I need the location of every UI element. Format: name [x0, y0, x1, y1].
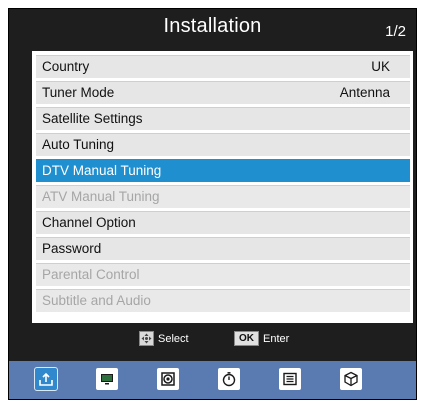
menu-item-auto-tuning[interactable]: Auto Tuning [36, 133, 410, 156]
menu-item-label: Auto Tuning [42, 137, 115, 152]
tab-sound[interactable] [157, 368, 179, 390]
menu-item-atv-manual-tuning[interactable]: ATV Manual Tuning [36, 185, 410, 208]
tab-lock[interactable] [340, 368, 362, 390]
menu-item-label: Channel Option [42, 215, 136, 230]
menu-item-tuner-mode[interactable]: Tuner Mode Antenna [36, 81, 410, 104]
dpad-icon [139, 331, 154, 346]
menu-item-parental-control[interactable]: Parental Control [36, 263, 410, 286]
menu-item-label: Subtitle and Audio [42, 293, 151, 308]
select-hint: Select [139, 331, 189, 346]
enter-hint-label: Enter [263, 332, 290, 345]
installation-icon [39, 372, 53, 386]
page-indicator: 1/2 [385, 23, 406, 40]
timer-icon [222, 372, 236, 387]
tab-options[interactable] [279, 368, 301, 390]
menu-item-label: DTV Manual Tuning [42, 163, 162, 178]
tab-timer[interactable] [218, 368, 240, 390]
menu-item-value: Antenna [339, 85, 390, 100]
menu-item-label: Tuner Mode [42, 85, 115, 100]
lock-icon [344, 371, 358, 387]
menu-item-label: Satellite Settings [42, 111, 143, 126]
menu-item-value: UK [371, 59, 390, 74]
key-hint-bar: Select OK Enter [9, 327, 416, 351]
menu-item-label: Country [42, 59, 90, 74]
installation-window: Installation 1/2 Country UK Tuner Mode A… [8, 8, 417, 400]
options-icon [283, 372, 297, 386]
tab-picture[interactable] [96, 368, 118, 390]
menu-item-password[interactable]: Password [36, 237, 410, 260]
sound-icon [161, 372, 175, 386]
menu-item-subtitle-and-audio[interactable]: Subtitle and Audio [36, 289, 410, 312]
picture-icon [101, 374, 113, 385]
enter-hint: OK Enter [234, 331, 289, 346]
menu-list: Country UK Tuner Mode Antenna Satellite … [32, 51, 413, 323]
menu-item-dtv-manual-tuning[interactable]: DTV Manual Tuning [36, 159, 410, 182]
title-bar: Installation 1/2 [9, 9, 416, 49]
select-hint-label: Select [158, 332, 189, 345]
category-tab-bar [9, 361, 416, 399]
menu-item-satellite-settings[interactable]: Satellite Settings [36, 107, 410, 130]
menu-item-label: Parental Control [42, 267, 140, 282]
menu-item-label: ATV Manual Tuning [42, 189, 160, 204]
menu-item-label: Password [42, 241, 102, 256]
ok-key-icon: OK [234, 331, 259, 346]
menu-item-country[interactable]: Country UK [36, 55, 410, 78]
tab-installation[interactable] [34, 367, 58, 391]
page-title: Installation [163, 15, 262, 37]
menu-item-channel-option[interactable]: Channel Option [36, 211, 410, 234]
